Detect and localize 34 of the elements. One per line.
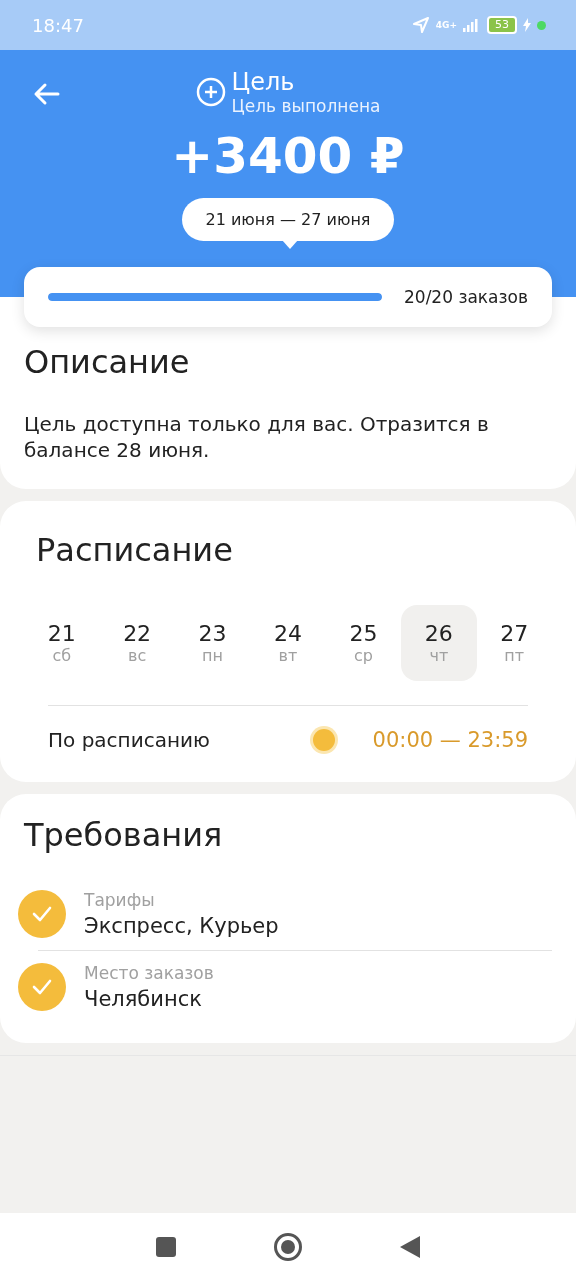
recents-icon[interactable] xyxy=(155,1235,177,1258)
plus-circle-icon xyxy=(195,77,226,107)
home-icon[interactable] xyxy=(273,1231,303,1262)
day-item[interactable]: 23 пн xyxy=(174,605,251,681)
section-title: Описание xyxy=(24,343,191,381)
pill-pointer-icon xyxy=(281,240,298,249)
section-title: Требования xyxy=(23,816,224,854)
day-item[interactable]: 24 вт xyxy=(250,605,326,681)
reward-amount: +3400 ₽ xyxy=(171,126,405,186)
progress-label: 20/20 заказов xyxy=(404,287,528,307)
page-subtitle: Цель выполнена xyxy=(231,96,381,116)
requirement-value: Челябинск xyxy=(84,987,203,1011)
back-triangle-icon[interactable] xyxy=(399,1234,421,1259)
location-icon xyxy=(411,16,430,34)
description-text: Цель доступна только для вас. Отразится в балансе 28 июня. xyxy=(24,411,490,463)
status-time: 18:47 xyxy=(32,14,84,36)
indicator-dot-icon xyxy=(537,20,546,30)
day-item[interactable]: 26 чт xyxy=(401,605,477,681)
day-item[interactable]: 21 сб xyxy=(24,605,100,681)
schedule-label: По расписанию xyxy=(48,728,211,752)
signal-icon xyxy=(463,18,481,32)
requirement-label: Тарифы xyxy=(84,890,156,910)
day-item[interactable]: 25 ср xyxy=(325,605,402,681)
section-title: Расписание xyxy=(35,531,234,569)
day-item[interactable]: 27 пт xyxy=(476,605,552,681)
time-range: 00:00 — 23:59 xyxy=(372,728,528,752)
back-icon[interactable] xyxy=(32,82,60,106)
requirement-label: Место заказов xyxy=(84,963,214,983)
network-label: 4G+ xyxy=(435,20,457,30)
day-item[interactable]: 22 вс xyxy=(99,605,175,681)
charging-icon xyxy=(523,18,531,32)
battery-icon: 53 xyxy=(487,16,517,34)
page-title: Цель xyxy=(231,68,296,96)
requirement-value: Экспресс, Курьер xyxy=(84,914,279,938)
